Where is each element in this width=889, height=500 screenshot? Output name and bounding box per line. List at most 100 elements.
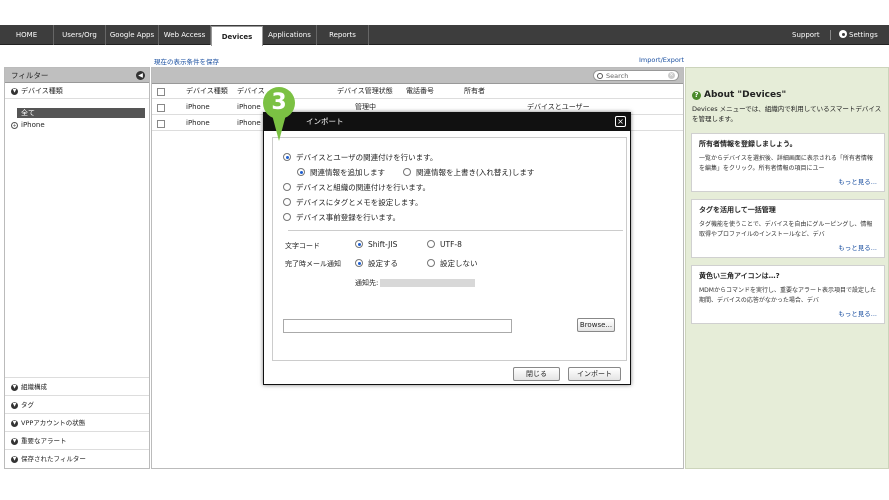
option-label: Shift-JIS [368, 240, 398, 249]
close-button[interactable]: 閉じる [513, 367, 560, 381]
radio-selected[interactable] [355, 259, 363, 267]
radio[interactable] [427, 240, 435, 248]
charset-sjis[interactable]: Shift-JIS [355, 240, 397, 249]
radio[interactable] [283, 198, 291, 206]
option-add[interactable]: 関連情報を追加します [297, 167, 385, 178]
option-overwrite[interactable]: 関連情報を上書き(入れ替え)します [403, 167, 534, 178]
nav-home[interactable]: HOME [0, 25, 54, 45]
dialog-title: インポート [264, 113, 630, 131]
plus-icon: + [11, 121, 18, 129]
sidebar-title: フィルター [11, 71, 49, 80]
option-user-link[interactable]: デバイスとユーザの関連付けを行います。 [283, 152, 437, 163]
mail-on[interactable]: 設定する [355, 258, 398, 269]
option-org-link[interactable]: デバイスと組織の関連付けを行います。 [283, 182, 430, 193]
save-filter-link[interactable]: 現在の表示条件を保存 [154, 56, 219, 66]
tip-title: タグを活用して一括管理 [699, 206, 776, 214]
nav-support[interactable]: Support [792, 25, 820, 45]
import-button[interactable]: インポート [568, 367, 621, 381]
cell-name: iPhone [237, 103, 261, 111]
row-checkbox[interactable] [157, 104, 165, 112]
option-label: 設定しない [440, 259, 478, 268]
chevron-down-icon: ▼ [11, 383, 18, 391]
search-placeholder: Search [606, 72, 629, 80]
option-label: デバイスと組織の関連付けを行います。 [296, 183, 431, 192]
tip-title: 所有者情報を登録しましょう。 [699, 140, 797, 148]
column-header[interactable]: デバイス [237, 84, 265, 99]
dialog-body: デバイスとユーザの関連付けを行います。 関連情報を追加します 関連情報を上書き(… [272, 137, 627, 361]
column-header[interactable]: デバイス種類 [186, 84, 228, 99]
search-input[interactable]: Search × [593, 70, 679, 81]
column-header[interactable]: デバイス管理状態 [337, 84, 393, 99]
radio-selected[interactable] [283, 153, 291, 161]
sidebar-section-label: VPPアカウントの状態 [21, 419, 86, 427]
chevron-down-icon: ▼ [11, 455, 18, 463]
clear-icon[interactable]: × [668, 72, 675, 79]
about-intro: Devices メニューでは、組織内で利用しているスマートデバイスを管理します。 [692, 105, 882, 123]
nav-users-org[interactable]: Users/Org [54, 25, 106, 45]
import-export-link[interactable]: Import/Export [639, 56, 684, 64]
column-header[interactable]: 所有者 [464, 84, 485, 99]
cell-type: iPhone [186, 119, 210, 127]
nav-separator [830, 30, 831, 40]
sidebar-header: フィルター ◀ [5, 68, 149, 83]
close-icon[interactable]: × [615, 116, 626, 127]
option-preregister[interactable]: デバイス事前登録を行います。 [283, 212, 400, 223]
about-title: ? About "Devices" [692, 90, 786, 100]
row-checkbox[interactable] [157, 120, 165, 128]
charset-utf8[interactable]: UTF-8 [427, 240, 462, 249]
chevron-down-icon: ▼ [11, 437, 18, 445]
radio[interactable] [283, 183, 291, 191]
sidebar-item-iphone[interactable]: + iPhone [11, 120, 45, 130]
nav-reports[interactable]: Reports [317, 25, 369, 45]
file-path-input[interactable] [283, 319, 512, 333]
browse-button[interactable]: Browse... [577, 318, 615, 332]
cell-type: iPhone [186, 103, 210, 111]
chevron-down-icon: ▼ [11, 87, 18, 95]
radio[interactable] [283, 213, 291, 221]
nav-google-apps[interactable]: Google Apps [106, 25, 159, 45]
cell-name: iPhone [237, 119, 261, 127]
radio-selected[interactable] [355, 240, 363, 248]
more-link[interactable]: もっと見る... [699, 242, 877, 252]
table-toolbar: Search × [152, 68, 683, 84]
notify-label: 通知先: [355, 279, 379, 287]
sidebar-section-label: デバイス種類 [21, 87, 63, 95]
sidebar-section-label: 組織構成 [21, 383, 47, 391]
mail-off[interactable]: 設定しない [427, 258, 478, 269]
collapse-icon[interactable]: ◀ [136, 71, 145, 80]
nav-applications[interactable]: Applications [263, 25, 317, 45]
select-all-checkbox[interactable] [157, 88, 165, 96]
more-link[interactable]: もっと見る... [699, 308, 877, 318]
sidebar-section-saved-filter[interactable]: ▼ 保存されたフィルター [5, 449, 149, 467]
notify-to: 通知先: [355, 278, 476, 288]
nav-web-access[interactable]: Web Access [159, 25, 211, 45]
sidebar-section-tag[interactable]: ▼ タグ [5, 395, 149, 413]
sidebar-section-alert[interactable]: ▼ 重要なアラート [5, 431, 149, 449]
step-badge: 3 [263, 87, 295, 119]
chevron-down-icon: ▼ [11, 419, 18, 427]
tip-body: MDMからコマンドを実行し、重要なアラート表示項目で設定した期間、デバイスの応答… [699, 287, 876, 304]
mail-label: 完了時メール通知 [285, 260, 341, 268]
option-label: 設定する [368, 259, 398, 268]
sidebar-section-vpp[interactable]: ▼ VPPアカウントの状態 [5, 413, 149, 431]
more-link[interactable]: もっと見る... [699, 176, 877, 186]
radio[interactable] [427, 259, 435, 267]
option-label: デバイスとユーザの関連付けを行います。 [296, 153, 438, 162]
radio[interactable] [403, 168, 411, 176]
option-tag-memo[interactable]: デバイスにタグとメモを設定します。 [283, 197, 423, 208]
option-label: デバイス事前登録を行います。 [296, 213, 401, 222]
chevron-down-icon: ▼ [11, 401, 18, 409]
sidebar-section-org[interactable]: ▼ 組織構成 [5, 377, 149, 395]
tip-title: 黄色い三角アイコンは…? [699, 272, 780, 280]
sidebar-item-all[interactable]: 全て [17, 108, 145, 118]
tip-body: タグ機能を使うことで、デバイスを自由にグルーピングし、情報取得やプロファイルのイ… [699, 221, 873, 238]
nav-settings[interactable]: Settings [839, 25, 878, 45]
radio-selected[interactable] [297, 168, 305, 176]
sidebar-section-device-type[interactable]: ▼ デバイス種類 [5, 83, 149, 99]
tip-card: 所有者情報を登録しましょう。 一覧からデバイスを選択後、詳細画面に表示される「所… [691, 133, 885, 192]
nav-devices[interactable]: Devices [211, 26, 263, 46]
about-title-text: About "Devices" [704, 90, 787, 100]
column-header[interactable]: 電話番号 [406, 84, 434, 99]
sidebar-section-label: タグ [21, 401, 34, 409]
option-label: 関連情報を追加します [310, 168, 385, 177]
